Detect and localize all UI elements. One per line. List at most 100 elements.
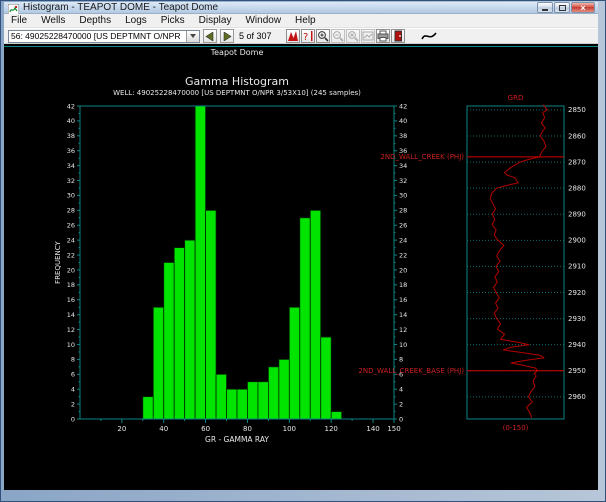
zoom-reset-button[interactable] (346, 29, 360, 43)
menu-item-wells[interactable]: Wells (34, 14, 72, 27)
svg-text:42: 42 (67, 102, 75, 110)
app-icon (8, 2, 19, 13)
svg-text:40: 40 (159, 425, 168, 433)
project-label: Teapot Dome (194, 48, 280, 57)
svg-text:18: 18 (399, 281, 407, 289)
svg-text:30: 30 (399, 192, 407, 200)
app-window: Histogram - TEAPOT DOME - Teapot Dome × … (0, 0, 606, 502)
dropdown-arrow (190, 34, 196, 38)
curve-annotate-button[interactable] (420, 29, 438, 43)
svg-text:12: 12 (399, 326, 407, 334)
svg-text:140: 140 (366, 425, 379, 433)
well-position-text: 5 of 307 (239, 31, 272, 41)
svg-text:120: 120 (325, 425, 338, 433)
help-picks-button[interactable]: ? (301, 29, 315, 43)
previous-well-button[interactable] (203, 29, 217, 43)
grd-log-track: 2850286028702880289029002910292029302940… (467, 94, 586, 432)
arrow-right-icon (222, 32, 232, 41)
menu-item-depths[interactable]: Depths (72, 14, 118, 27)
menu-item-display[interactable]: Display (192, 14, 239, 27)
histogram-bar (300, 218, 310, 419)
plot-canvas: Teapot Dome 2040608010012014015000224466… (4, 44, 598, 490)
svg-text:30: 30 (67, 192, 75, 200)
histogram-title: Gamma Histogram (185, 75, 289, 88)
histogram-bar (289, 307, 299, 419)
chevron-down-icon[interactable] (186, 31, 199, 42)
exit-button[interactable] (391, 29, 405, 43)
menu-item-logs[interactable]: Logs (118, 14, 154, 27)
svg-text:20: 20 (67, 266, 75, 274)
svg-text:34: 34 (67, 162, 75, 170)
svg-text:2: 2 (399, 400, 403, 408)
svg-text:20: 20 (117, 425, 126, 433)
svg-text:8: 8 (71, 356, 75, 364)
depth-label: 2900 (568, 237, 586, 245)
depth-label: 2950 (568, 367, 586, 375)
next-well-button[interactable] (220, 29, 234, 43)
title-bar[interactable]: Histogram - TEAPOT DOME - Teapot Dome × (4, 2, 598, 14)
histogram-bar (227, 389, 237, 419)
well-selector[interactable]: 56: 49025228470000 [US DEPTMNT O/NPR (8, 30, 200, 43)
zoom-reset-icon (347, 30, 359, 42)
depth-label: 2960 (568, 393, 586, 401)
histogram-bar (279, 359, 289, 419)
svg-text:26: 26 (67, 222, 75, 230)
zoom-out-button[interactable] (331, 29, 345, 43)
depth-label: 2880 (568, 184, 586, 192)
charts-svg: 2040608010012014015000224466881010121214… (4, 44, 596, 490)
menu-item-window[interactable]: Window (238, 14, 288, 27)
svg-text:?: ? (303, 32, 308, 42)
window-bottom-border (1, 490, 605, 501)
svg-text:40: 40 (67, 117, 75, 125)
svg-text:0: 0 (399, 415, 403, 423)
zoom-in-button[interactable] (316, 29, 330, 43)
svg-text:20: 20 (399, 266, 407, 274)
curve-annotate-icon (421, 30, 437, 42)
svg-text:26: 26 (399, 222, 407, 230)
svg-text:12: 12 (67, 326, 75, 334)
minimize-button[interactable] (537, 2, 553, 13)
window-frame: Histogram - TEAPOT DOME - Teapot Dome × … (4, 2, 598, 490)
pick-label: 2ND_WALL_CREEK_BASE (PHJ) (358, 367, 464, 375)
print-button[interactable] (376, 29, 390, 43)
maximize-icon (559, 5, 566, 11)
menu-item-file[interactable]: File (4, 14, 34, 27)
maximize-button[interactable] (554, 2, 570, 13)
svg-text:10: 10 (399, 341, 407, 349)
histogram-bar (331, 412, 341, 419)
help-picks-icon: ? (302, 30, 314, 42)
histogram-bar (164, 263, 174, 420)
histogram-subtitle: WELL: 49025228470000 [US DEPTMNT O/NPR 3… (113, 89, 361, 97)
svg-text:4: 4 (71, 385, 75, 393)
image-export-button[interactable] (361, 29, 375, 43)
histogram-bars (143, 106, 342, 419)
depth-label: 2940 (568, 341, 586, 349)
depth-label: 2850 (568, 106, 586, 114)
menu-bar: File Wells Depths Logs Picks Display Win… (4, 14, 598, 28)
histogram-xlabel: GR - GAMMA RAY (205, 435, 269, 444)
close-button[interactable]: × (571, 2, 595, 13)
svg-text:42: 42 (399, 102, 407, 110)
svg-text:28: 28 (399, 207, 407, 215)
svg-text:38: 38 (67, 132, 75, 140)
histogram-bar (216, 374, 226, 419)
svg-text:40: 40 (399, 117, 407, 125)
pick-lines: 2ND_WALL_CREEK (PHJ)2ND_WALL_CREEK_BASE … (358, 153, 564, 375)
histogram-icon (287, 30, 299, 42)
menu-item-picks[interactable]: Picks (154, 14, 192, 27)
histogram-ylabel: FREQUENCY (54, 240, 62, 283)
histogram-button[interactable] (286, 29, 300, 43)
menu-item-help[interactable]: Help (288, 14, 323, 27)
svg-text:80: 80 (243, 425, 252, 433)
histogram-bar (310, 210, 320, 419)
canvas-top-rule (4, 46, 598, 47)
svg-text:16: 16 (399, 296, 407, 304)
exit-icon (392, 30, 404, 42)
svg-text:2: 2 (71, 400, 75, 408)
svg-text:36: 36 (67, 147, 75, 155)
window-controls: × (537, 2, 595, 13)
svg-text:24: 24 (399, 236, 407, 244)
svg-text:16: 16 (67, 296, 75, 304)
svg-text:24: 24 (67, 236, 75, 244)
svg-text:60: 60 (201, 425, 210, 433)
